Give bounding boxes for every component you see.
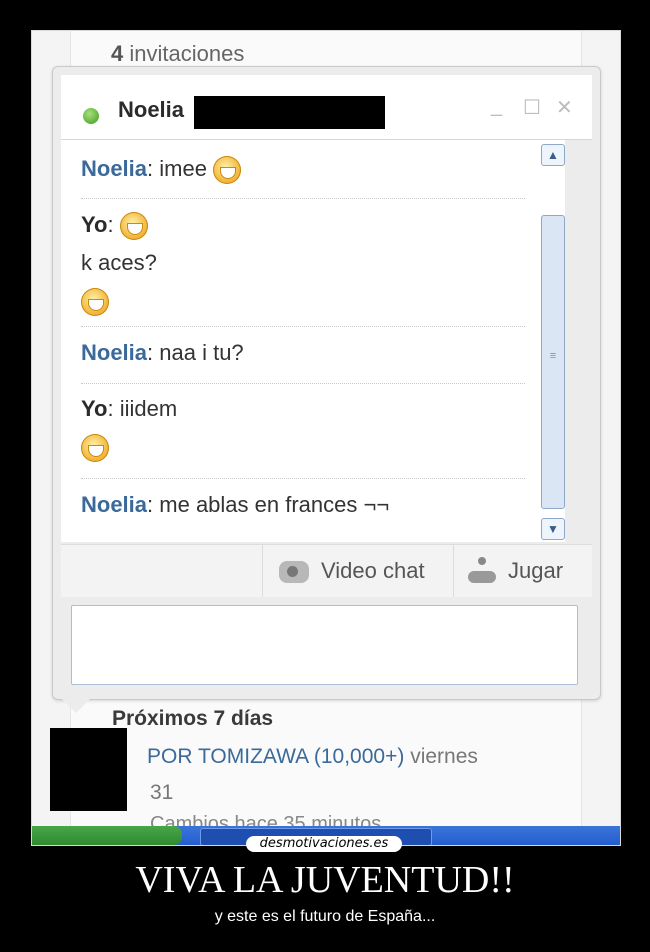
event-title: POR TOMIZAWA xyxy=(147,745,309,768)
scroll-thumb[interactable]: ≡ xyxy=(541,215,565,509)
message-divider xyxy=(81,198,525,199)
message-text: imee xyxy=(159,156,207,181)
video-camera-icon xyxy=(279,561,309,584)
event-count: (10,000+) xyxy=(313,745,405,768)
grin-smiley-icon xyxy=(119,212,148,241)
event-link[interactable]: POR TOMIZAWA (10,000+) viernes xyxy=(147,745,478,769)
message-sender: Noelia xyxy=(81,492,148,517)
scroll-up-icon[interactable]: ▲ xyxy=(541,144,565,166)
message-item: Yo: k aces? xyxy=(81,206,157,320)
invitations-link[interactable]: 4 invitaciones xyxy=(111,41,244,67)
message-divider xyxy=(81,478,525,479)
maximize-icon[interactable]: ☐ xyxy=(523,95,541,120)
video-chat-label: Video chat xyxy=(321,558,425,583)
site-watermark: desmotivaciones.es xyxy=(246,836,402,852)
message-divider xyxy=(81,383,525,384)
redacted-avatar xyxy=(50,728,127,811)
video-chat-button[interactable]: Video chat xyxy=(262,545,452,597)
message-divider xyxy=(81,326,525,327)
message-item: Yo: iiidem xyxy=(81,390,177,466)
invitations-count: 4 xyxy=(111,41,124,66)
minimize-icon[interactable]: _ xyxy=(491,95,502,118)
online-status-icon xyxy=(83,108,99,124)
message-item: Noelia: me ablas en frances ¬¬ xyxy=(81,492,390,517)
grin-smiley-icon xyxy=(81,434,109,463)
message-sender: Noelia xyxy=(81,156,148,181)
message-sender: Yo xyxy=(81,396,108,421)
event-day: viernes xyxy=(410,745,478,768)
message-text: naa i tu? xyxy=(159,340,244,365)
invitations-label: invitaciones xyxy=(129,41,245,66)
message-scrollbar[interactable]: ▲ ≡ ▼ xyxy=(539,140,565,542)
upcoming-heading: Próximos 7 días xyxy=(112,707,274,730)
message-item: Noelia: naa i tu? xyxy=(81,340,244,365)
message-sender: Noelia xyxy=(81,340,148,365)
message-text: iiidem xyxy=(119,396,178,421)
message-log: Noelia: imee Yo: k aces? Noelia: naa i t… xyxy=(61,140,539,542)
joystick-icon xyxy=(468,557,496,587)
scroll-down-icon[interactable]: ▼ xyxy=(541,518,565,540)
grin-smiley-icon xyxy=(81,288,109,317)
grin-smiley-icon xyxy=(213,156,242,185)
chat-toolbar: Video chat Jugar xyxy=(61,544,592,597)
redacted-surname xyxy=(194,96,385,129)
poster-caption: y este es el futuro de España... xyxy=(214,908,436,925)
chat-bubble-tail xyxy=(62,699,90,713)
screenshot-frame: 4 invitaciones Noelia _ ☐ ✕ Noelia: imee… xyxy=(31,30,621,846)
event-date: 31 xyxy=(150,781,174,804)
close-icon[interactable]: ✕ xyxy=(556,95,573,120)
play-game-button[interactable]: Jugar xyxy=(453,545,592,597)
message-text: me ablas en frances ¬¬ xyxy=(159,492,390,517)
contact-name: Noelia xyxy=(118,97,185,122)
poster-title: VIVA LA JUVENTUD!! xyxy=(135,859,515,901)
play-game-label: Jugar xyxy=(508,558,564,583)
message-input[interactable] xyxy=(71,605,578,685)
start-button[interactable] xyxy=(32,826,182,845)
message-text: k aces? xyxy=(81,250,157,275)
message-item: Noelia: imee xyxy=(81,150,242,188)
grip-icon: ≡ xyxy=(549,350,557,362)
message-sender: Yo xyxy=(81,212,108,237)
chat-window: Noelia _ ☐ ✕ Noelia: imee Yo: k aces? No… xyxy=(52,66,601,700)
chat-title-bar[interactable]: Noelia _ ☐ ✕ xyxy=(61,75,592,140)
